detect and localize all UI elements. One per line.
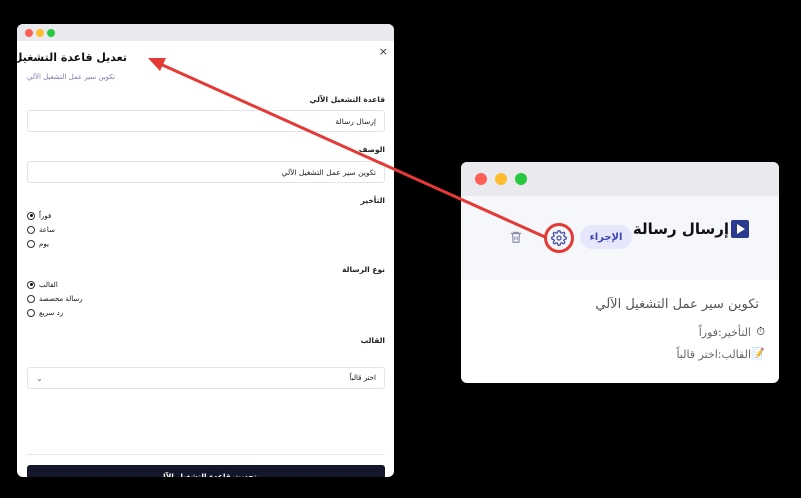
chevron-down-icon: ⌄: [36, 373, 43, 383]
close-window-button[interactable]: [475, 173, 487, 185]
message-option-custom[interactable]: رسالة مخصصة: [27, 293, 83, 304]
edit-rule-modal: × تعديل قاعدة التشغيل الآلي تكوين سير عم…: [17, 41, 394, 477]
radio-icon[interactable]: [27, 225, 35, 234]
delay-option-immediate[interactable]: فوراً: [27, 210, 51, 221]
maximize-window-button[interactable]: [47, 29, 55, 37]
template-select-value: اختر قالباً: [349, 374, 376, 382]
minimize-window-button[interactable]: [36, 29, 44, 37]
minimize-window-button[interactable]: [495, 173, 507, 185]
delay-label: التأخير: [360, 196, 385, 205]
message-option-quick-reply[interactable]: رد سريع: [27, 307, 63, 318]
window-titlebar: [17, 24, 394, 41]
action-badge: الإجراء: [580, 225, 632, 249]
node-preview-window: إرسال رسالة الإجراء تكوين سير عمل التشغي…: [461, 162, 779, 383]
radio-selected-icon[interactable]: [27, 211, 35, 220]
template-meta: القالب:اختر قالباً: [676, 348, 751, 361]
radio-icon[interactable]: [27, 294, 35, 303]
delay-option-day[interactable]: يوم: [27, 238, 49, 249]
message-type-label: نوع الرسالة: [342, 265, 385, 274]
message-option-template[interactable]: القالب: [27, 279, 58, 290]
footer-divider: [27, 454, 385, 455]
settings-button[interactable]: [544, 223, 574, 253]
modal-subtitle: تكوين سير عمل التشغيل الآلي: [27, 73, 116, 81]
delay-option-hour[interactable]: ساعة: [27, 224, 55, 235]
description-label: الوصف: [358, 145, 385, 154]
delay-meta: التأخير:فوراً: [698, 326, 751, 339]
close-icon[interactable]: ×: [379, 45, 388, 58]
edit-modal-window: × تعديل قاعدة التشغيل الآلي تكوين سير عم…: [17, 24, 394, 477]
memo-icon: 📝: [751, 347, 765, 360]
update-rule-button[interactable]: تحديث قاعدة التشغيل الآلي: [27, 465, 385, 477]
radio-icon[interactable]: [27, 239, 35, 248]
template-select[interactable]: ⌄ اختر قالباً: [27, 367, 385, 389]
window-titlebar: [461, 162, 779, 196]
modal-title: تعديل قاعدة التشغيل الآلي: [17, 51, 127, 64]
close-window-button[interactable]: [25, 29, 33, 37]
trash-icon[interactable]: [509, 229, 523, 245]
radio-selected-icon[interactable]: [27, 280, 35, 289]
rule-name-label: قاعدة التشغيل الآلي: [309, 95, 385, 104]
template-label: القالب: [360, 336, 385, 345]
gear-icon[interactable]: [551, 230, 567, 246]
stopwatch-icon: ⏱: [756, 325, 765, 338]
radio-icon[interactable]: [27, 308, 35, 317]
maximize-window-button[interactable]: [515, 173, 527, 185]
description-input[interactable]: تكوين سير عمل التشغيل الآلي: [27, 161, 385, 183]
action-node-description: تكوين سير عمل التشغيل الآلي: [595, 297, 759, 312]
play-icon: [731, 220, 749, 238]
rule-name-input[interactable]: إرسال رسالة: [27, 110, 385, 132]
action-node-title: إرسال رسالة: [632, 220, 729, 238]
